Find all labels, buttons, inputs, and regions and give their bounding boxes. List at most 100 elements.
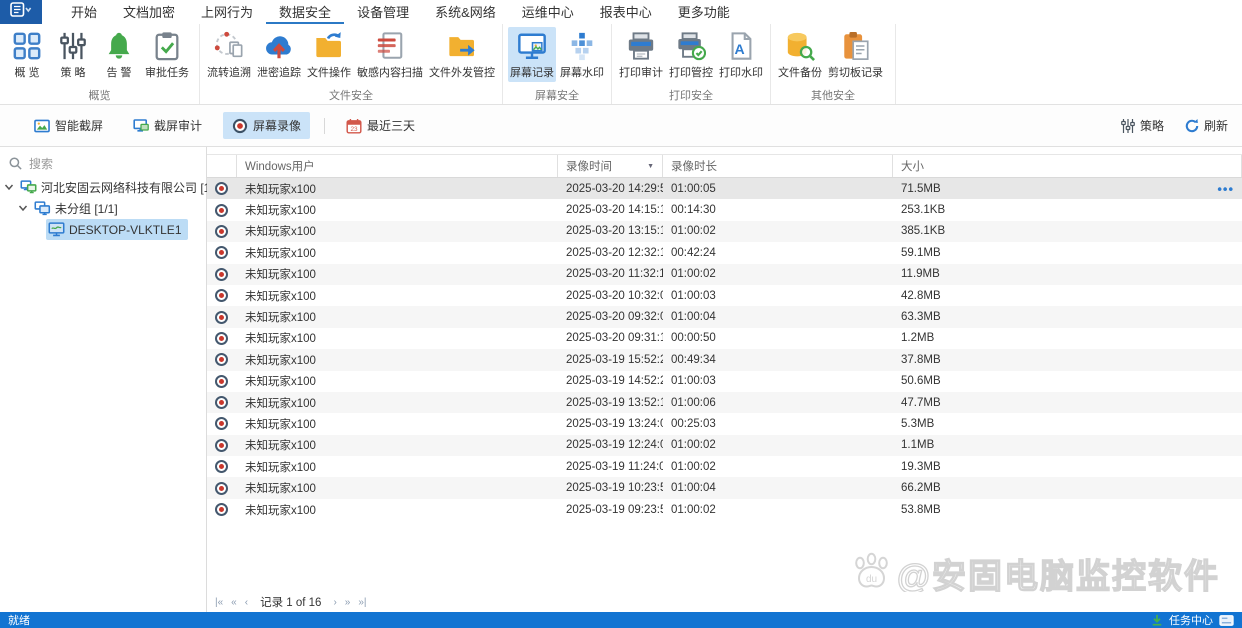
view-tab[interactable]: 屏幕录像 [223, 112, 310, 139]
ribbon-button[interactable]: 文件外发管控 [427, 27, 497, 82]
view-tab[interactable]: 智能截屏 [25, 112, 112, 139]
recording-row[interactable]: 未知玩家x1002025-03-20 11:32:1101:00:0211.9M… [207, 264, 1242, 285]
toolbar-action[interactable]: 策略 [1120, 117, 1164, 134]
recording-row[interactable]: 未知玩家x1002025-03-19 13:24:0500:25:035.3MB [207, 413, 1242, 434]
ribbon-button[interactable]: 打印审计 [617, 27, 665, 82]
view-tab-label: 截屏审计 [154, 117, 202, 134]
tree-item[interactable]: 未分组 [1/1] [0, 198, 206, 219]
task-center-button[interactable]: 任务中心 [1169, 612, 1213, 628]
ribbon-button-label: 敏感内容扫描 [357, 64, 423, 80]
ribbon-group-label: 屏幕安全 [503, 87, 611, 103]
watermark-text: @安固电脑监控软件 [897, 549, 1220, 598]
duration-cell: 00:25:03 [663, 418, 893, 430]
search-icon [8, 156, 23, 171]
fast-prev-icon[interactable]: « [227, 597, 241, 608]
menu-item[interactable]: 系统&网络 [422, 0, 509, 24]
ribbon-button[interactable]: 文件操作 [305, 27, 353, 82]
toolbar-action-label: 策略 [1140, 117, 1164, 134]
fast-next-icon[interactable]: » [341, 597, 355, 608]
watermark: du @安固电脑监控软件 [851, 549, 1220, 598]
menu-item[interactable]: 开始 [58, 0, 110, 24]
recording-row[interactable]: 未知玩家x1002025-03-19 10:23:5601:00:0466.2M… [207, 477, 1242, 498]
recording-row[interactable]: 未知玩家x1002025-03-19 11:24:0001:00:0219.3M… [207, 456, 1242, 477]
print-control-icon [676, 30, 707, 61]
screenshot-audit-icon [133, 118, 149, 134]
size-cell: 253.1KB [893, 204, 1242, 216]
recording-row[interactable]: 未知玩家x1002025-03-19 09:23:5301:00:0253.8M… [207, 499, 1242, 520]
recording-row[interactable]: 未知玩家x1002025-03-19 13:52:1701:00:0647.7M… [207, 392, 1242, 413]
tree-item[interactable]: DESKTOP-VLKTLE1 [0, 219, 206, 240]
view-tab[interactable]: 截屏审计 [124, 112, 211, 139]
ribbon-group-label: 打印安全 [612, 87, 770, 103]
menu-item[interactable]: 报表中心 [587, 0, 665, 24]
menu-item[interactable]: 上网行为 [188, 0, 266, 24]
tree-item[interactable]: 河北安固云网络科技有限公司 [1/1] [0, 177, 206, 198]
column-header[interactable]: 大小 [893, 155, 1242, 177]
ribbon-button[interactable]: A打印水印 [717, 27, 765, 82]
recording-row[interactable]: 未知玩家x1002025-03-19 12:24:0301:00:021.1MB [207, 435, 1242, 456]
chevron-down-icon[interactable] [4, 182, 16, 194]
user-cell: 未知玩家x100 [237, 309, 558, 325]
first-page-icon[interactable]: |« [211, 597, 227, 608]
recording-row[interactable]: 未知玩家x1002025-03-20 12:32:1300:42:2459.1M… [207, 242, 1242, 263]
recording-row[interactable]: 未知玩家x1002025-03-19 15:52:2700:49:3437.8M… [207, 349, 1242, 370]
record-cell [207, 396, 237, 409]
app-window: 开始文档加密上网行为数据安全设备管理系统&网络运维中心报表中心更多功能 概 览策… [0, 0, 1242, 628]
ribbon-button[interactable]: 打印管控 [667, 27, 715, 82]
duration-cell: 01:00:06 [663, 397, 893, 409]
column-header[interactable]: 录像时间▼ [558, 155, 663, 177]
user-cell: 未知玩家x100 [237, 223, 558, 239]
ribbon-button[interactable]: 泄密追踪 [255, 27, 303, 82]
last-page-icon[interactable]: »| [354, 597, 370, 608]
user-cell: 未知玩家x100 [237, 181, 558, 197]
menu-item[interactable]: 更多功能 [665, 0, 743, 24]
ribbon-button-label: 剪切板记录 [828, 64, 883, 80]
menu-item[interactable]: 数据安全 [266, 0, 344, 24]
recording-row[interactable]: 未知玩家x1002025-03-20 14:29:5901:00:0571.5M… [207, 178, 1242, 199]
group-icon [34, 200, 51, 217]
size-cell: 1.1MB [893, 439, 1242, 451]
ribbon-button[interactable]: 策 略 [51, 27, 95, 82]
ribbon-button[interactable]: 屏幕水印 [558, 27, 606, 82]
table-body: 未知玩家x1002025-03-20 14:29:5901:00:0571.5M… [207, 178, 1242, 520]
view-tab[interactable]: 23最近三天 [337, 112, 424, 139]
tree-item-body[interactable]: 河北安固云网络科技有限公司 [1/1] [18, 177, 230, 198]
ribbon-button[interactable]: 剪切板记录 [826, 27, 885, 82]
ribbon-group: 概 览策 略告 警审批任务概览 [0, 24, 200, 104]
app-menu-button[interactable] [0, 0, 42, 24]
ribbon-button[interactable]: 文件备份 [776, 27, 824, 82]
tree-item-label: 未分组 [1/1] [55, 200, 118, 217]
chevron-down-icon[interactable] [18, 203, 30, 215]
task-center-icon[interactable] [1219, 615, 1234, 626]
toolbar-action[interactable]: 刷新 [1184, 117, 1228, 134]
ribbon-button[interactable]: 审批任务 [143, 27, 191, 82]
next-page-icon[interactable]: › [329, 597, 340, 608]
ribbon-button[interactable]: 敏感内容扫描 [355, 27, 425, 82]
column-header[interactable]: 录像时长 [663, 155, 893, 177]
ribbon-button[interactable]: 告 警 [97, 27, 141, 82]
table-header: Windows用户录像时间▼录像时长大小 [207, 154, 1242, 178]
menu-item[interactable]: 设备管理 [344, 0, 422, 24]
statusbar-right: 任务中心 [1151, 612, 1234, 628]
recording-row[interactable]: 未知玩家x1002025-03-19 14:52:2401:00:0350.6M… [207, 371, 1242, 392]
screen-record-icon [517, 30, 548, 61]
column-header[interactable]: Windows用户 [237, 155, 558, 177]
menu-item[interactable]: 文档加密 [110, 0, 188, 24]
recording-row[interactable]: 未知玩家x1002025-03-20 14:15:1600:14:30253.1… [207, 199, 1242, 220]
tree-item-body[interactable]: 未分组 [1/1] [32, 198, 124, 219]
screen-recording-icon [232, 118, 248, 134]
view-tab-label: 智能截屏 [55, 117, 103, 134]
recording-row[interactable]: 未知玩家x1002025-03-20 09:32:0301:00:0463.3M… [207, 306, 1242, 327]
recording-row[interactable]: 未知玩家x1002025-03-20 10:32:0701:00:0342.8M… [207, 285, 1242, 306]
column-header[interactable] [207, 155, 237, 177]
prev-page-icon[interactable]: ‹ [241, 597, 252, 608]
search-input[interactable] [29, 157, 198, 171]
menu-item[interactable]: 运维中心 [509, 0, 587, 24]
tree-item-body[interactable]: DESKTOP-VLKTLE1 [46, 219, 188, 240]
recording-row[interactable]: 未知玩家x1002025-03-20 13:15:1401:00:02385.1… [207, 221, 1242, 242]
row-actions-button[interactable]: ••• [1217, 181, 1234, 196]
ribbon-button[interactable]: 流转追溯 [205, 27, 253, 82]
ribbon-button[interactable]: 屏幕记录 [508, 27, 556, 82]
ribbon-button[interactable]: 概 览 [5, 27, 49, 82]
recording-row[interactable]: 未知玩家x1002025-03-20 09:31:1200:00:501.2MB [207, 328, 1242, 349]
